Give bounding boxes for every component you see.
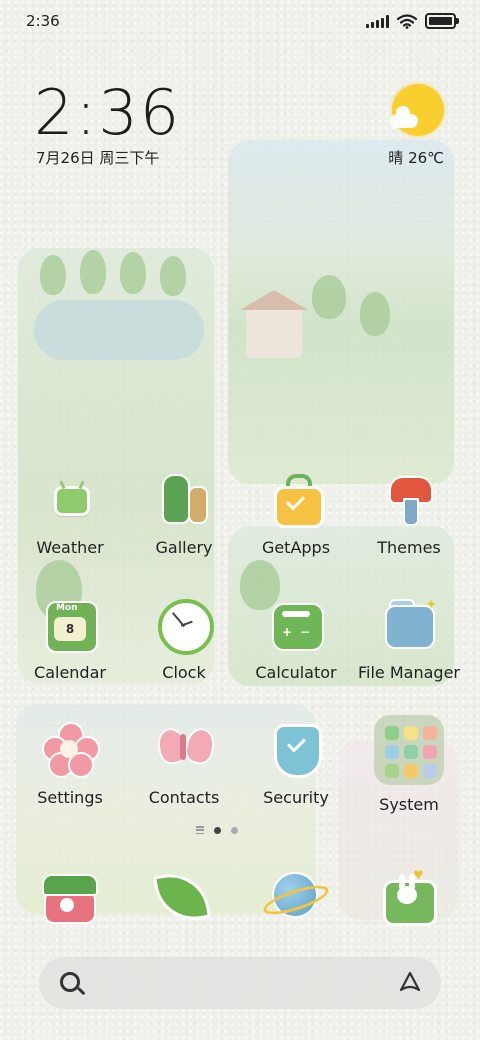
dock-messages[interactable] xyxy=(125,866,237,926)
app-label: Themes xyxy=(377,538,441,557)
app-folder-system[interactable]: System xyxy=(353,715,465,814)
app-label: Gallery xyxy=(155,538,213,557)
app-label: Calculator xyxy=(255,663,337,682)
clock-widget-date[interactable]: 7月26日 周三下午 xyxy=(36,147,159,168)
calendar-day-text: 8 xyxy=(54,617,86,641)
app-clock[interactable]: Clock xyxy=(128,597,240,682)
app-label: Clock xyxy=(162,663,206,682)
status-time: 2:36 xyxy=(26,12,60,30)
folder-icon: ✦ xyxy=(381,597,437,653)
butterfly-icon xyxy=(154,722,218,778)
wallpaper-tree xyxy=(360,292,390,336)
wallpaper-pond xyxy=(34,300,204,360)
app-label: Settings xyxy=(37,788,103,807)
app-weather[interactable]: Weather xyxy=(14,472,126,557)
wallpaper-tree xyxy=(120,252,146,294)
assistant-icon[interactable] xyxy=(398,970,422,994)
app-label: Contacts xyxy=(148,788,220,807)
dock-camera[interactable]: ♥ xyxy=(351,866,463,926)
app-label: File Manager xyxy=(358,663,460,682)
flower-icon xyxy=(42,722,100,778)
leaf-icon xyxy=(151,866,211,926)
battery-icon xyxy=(425,13,459,29)
dock-phone[interactable] xyxy=(12,866,124,926)
app-drawer-lines-icon xyxy=(196,826,204,834)
app-security[interactable]: Security xyxy=(240,722,352,807)
planet-icon xyxy=(260,866,332,926)
app-label: GetApps xyxy=(261,538,331,557)
search-bar[interactable] xyxy=(38,956,442,1010)
signal-icon xyxy=(366,14,389,28)
app-file-manager[interactable]: ✦ File Manager xyxy=(353,597,465,682)
app-themes[interactable]: Themes xyxy=(353,472,465,557)
wallpaper-tree xyxy=(312,275,346,319)
app-getapps[interactable]: GetApps xyxy=(240,472,352,557)
app-label: Calendar xyxy=(34,663,106,682)
clock-icon xyxy=(156,597,214,655)
trees-icon xyxy=(156,472,212,528)
paintbrush-icon xyxy=(381,472,437,528)
app-label: Weather xyxy=(36,538,104,557)
calculator-icon: + − xyxy=(268,597,324,653)
wallpaper-tree xyxy=(40,255,66,295)
weather-widget-text[interactable]: 晴 26℃ xyxy=(388,147,444,168)
dock-browser[interactable] xyxy=(238,866,350,926)
wallpaper-house xyxy=(240,290,308,358)
wallpaper-tree xyxy=(80,250,106,294)
page-dot xyxy=(231,826,238,834)
app-calendar[interactable]: Mon 8 Calendar xyxy=(14,597,126,682)
page-dot-active xyxy=(214,826,221,834)
wallpaper-tree xyxy=(160,256,186,296)
app-settings[interactable]: Settings xyxy=(14,722,126,807)
clock-widget-time[interactable]: 2:36 xyxy=(34,76,181,149)
app-label: Security xyxy=(263,788,329,807)
calendar-icon: Mon 8 xyxy=(42,597,98,653)
calendar-month-text: Mon xyxy=(56,603,78,613)
status-bar: 2:36 xyxy=(26,10,459,32)
shopping-bag-icon xyxy=(268,472,324,528)
bunny-bag-icon: ♥ xyxy=(377,866,437,926)
weather-app-icon xyxy=(42,472,98,528)
folder-grid-icon xyxy=(374,715,444,785)
app-label: System xyxy=(379,795,439,814)
app-gallery[interactable]: Gallery xyxy=(128,472,240,557)
page-indicator[interactable] xyxy=(196,826,238,834)
weather-sun-icon[interactable] xyxy=(390,84,444,136)
phone-icon xyxy=(38,866,98,926)
app-contacts[interactable]: Contacts xyxy=(128,722,240,807)
app-calculator[interactable]: + − Calculator xyxy=(240,597,352,682)
wifi-icon xyxy=(397,13,417,29)
search-icon xyxy=(60,972,80,992)
shield-icon xyxy=(268,722,324,778)
